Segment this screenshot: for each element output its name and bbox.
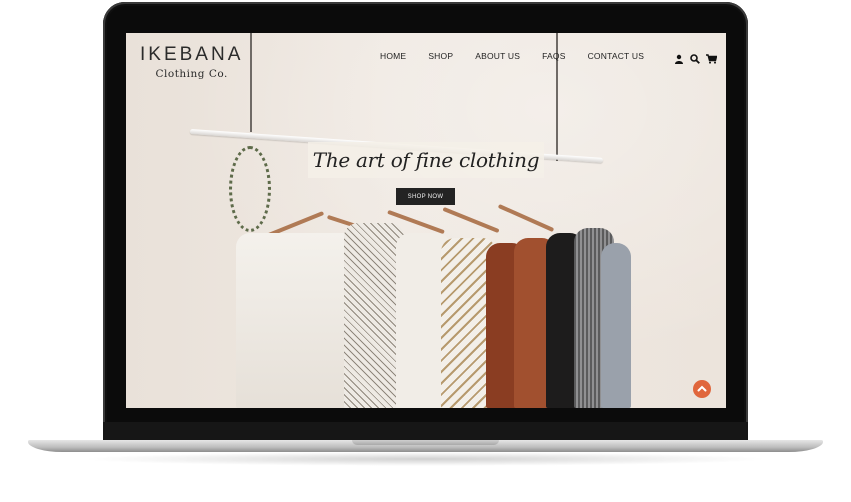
header-icons: [674, 51, 718, 64]
nav-shop[interactable]: SHOP: [428, 51, 453, 61]
hanger: [497, 203, 555, 233]
garment-light-grey: [601, 243, 631, 408]
nav-contact-us[interactable]: CONTACT US: [588, 51, 644, 61]
brand-tagline: Clothing Co.: [155, 68, 228, 80]
nav-about-us[interactable]: ABOUT US: [475, 51, 520, 61]
main-nav: HOME SHOP ABOUT US FAQS CONTACT US: [380, 51, 666, 61]
garment-white-blouse: [236, 233, 361, 408]
nav-faqs[interactable]: FAQS: [542, 51, 565, 61]
website-screen: IKEBANA Clothing Co. HOME SHOP ABOUT US …: [126, 33, 726, 408]
scroll-to-top-button[interactable]: [693, 380, 711, 398]
hero-title-box: The art of fine clothing: [308, 142, 544, 178]
cart-icon[interactable]: [706, 51, 718, 64]
rack-rope-left: [250, 33, 252, 132]
laptop-bezel: [103, 422, 748, 442]
garment-patterned: [344, 223, 404, 408]
brand-logo[interactable]: IKEBANA Clothing Co.: [140, 44, 243, 80]
nav-home[interactable]: HOME: [380, 51, 406, 61]
chevron-up-icon: [697, 385, 707, 392]
user-icon[interactable]: [674, 51, 684, 64]
clothes-on-rack: [236, 188, 636, 408]
brand-name: IKEBANA: [140, 44, 244, 65]
laptop-shadow: [80, 452, 770, 466]
search-icon[interactable]: [690, 51, 700, 64]
shop-now-button[interactable]: SHOP NOW: [396, 188, 455, 205]
hero-title: The art of fine clothing: [312, 148, 540, 172]
hanger: [442, 206, 500, 234]
laptop-notch: [352, 440, 499, 445]
